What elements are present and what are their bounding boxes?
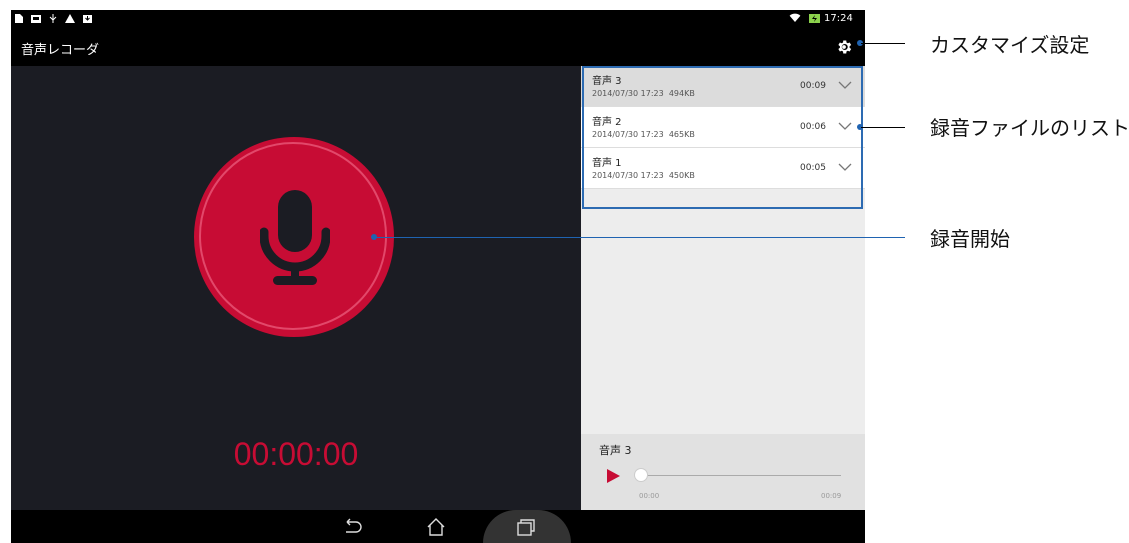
clock: 17:24 (824, 13, 853, 24)
app-title: 音声レコーダ (21, 43, 100, 58)
gear-icon[interactable] (835, 38, 853, 56)
recorder-pane: 00:00:00 (11, 66, 581, 510)
wifi-icon (789, 13, 801, 22)
playback-panel: 音声 3 00:00 00:09 (581, 434, 865, 510)
document-icon (15, 14, 23, 23)
usb-icon (49, 14, 57, 23)
microphone-icon (260, 190, 330, 285)
settings-callout-label: カスタマイズ設定 (930, 33, 1090, 57)
record-callout-label: 録音開始 (930, 227, 1010, 251)
play-icon[interactable] (606, 469, 620, 483)
seek-bar[interactable] (641, 475, 841, 476)
recent-apps-icon[interactable] (514, 518, 536, 536)
player-track-name: 音声 3 (599, 444, 632, 457)
playback-position: 00:00 (639, 492, 660, 500)
battery-charging-icon (809, 14, 820, 23)
record-callout-line (375, 237, 905, 238)
status-bar: 17:24 (11, 10, 865, 28)
warning-icon (65, 14, 75, 23)
recording-timer: 00:00:00 (233, 436, 359, 472)
settings-callout-line (861, 43, 905, 44)
playback-length: 00:09 (821, 492, 842, 500)
back-icon[interactable] (341, 518, 363, 536)
image-icon (31, 15, 41, 23)
navigation-bar (11, 510, 865, 543)
home-icon[interactable] (425, 518, 447, 536)
action-bar: 音声レコーダ (11, 28, 865, 66)
list-highlight-box (582, 66, 863, 209)
list-callout-label: 録音ファイルのリスト (930, 116, 1129, 140)
seek-thumb[interactable] (634, 468, 648, 482)
list-callout-line (861, 127, 905, 128)
download-icon (83, 15, 92, 23)
